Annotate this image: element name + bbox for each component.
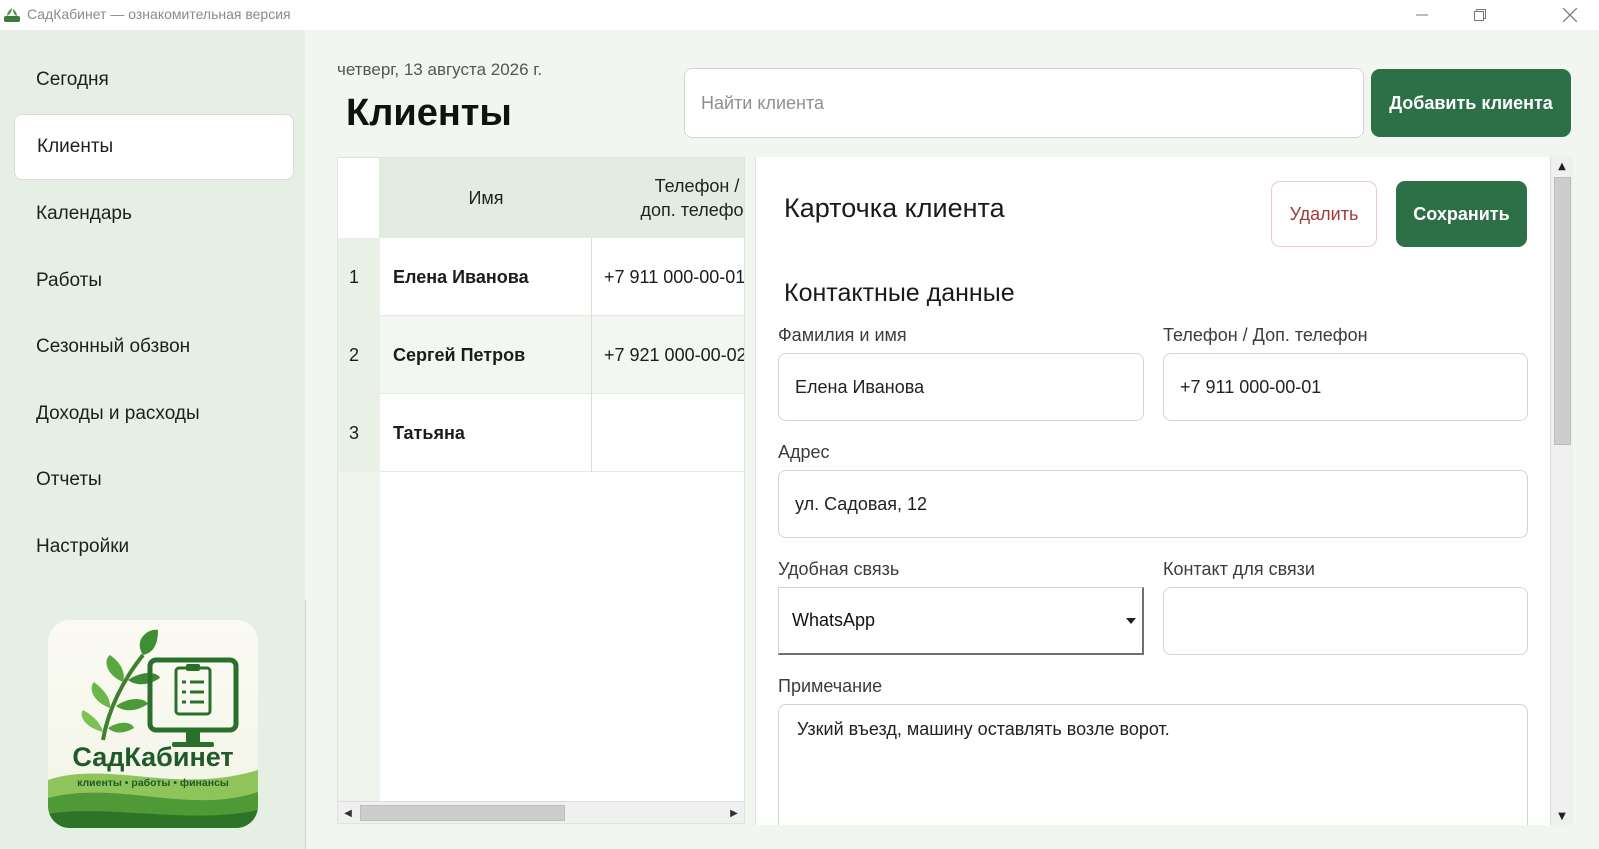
sidebar-divider	[305, 600, 306, 849]
scroll-right-icon[interactable]: ▶	[724, 802, 744, 823]
logo-title: СадКабинет	[72, 742, 233, 772]
address-field[interactable]: ул. Садовая, 12	[778, 470, 1528, 538]
phone-label: Телефон / Доп. телефон	[1163, 325, 1368, 345]
contact-field[interactable]	[1163, 587, 1528, 655]
vertical-scrollbar[interactable]: ▲ ▼	[1550, 157, 1573, 825]
card-title: Карточка клиента	[784, 193, 1005, 223]
table-row[interactable]: 1 Елена Иванова +7 911 000-00-01	[338, 238, 745, 316]
note-label: Примечание	[778, 676, 883, 696]
table-row[interactable]: 2 Сергей Петров +7 921 000-00-02	[338, 316, 745, 394]
contact-method-label: Удобная связь	[778, 559, 900, 579]
search-input[interactable]	[684, 68, 1364, 138]
leaf-app-icon	[4, 8, 20, 22]
restore-button[interactable]	[1451, 0, 1509, 30]
window-title: СадКабинет — ознакомительная версия	[27, 6, 291, 22]
contact-method-value: WhatsApp	[792, 610, 876, 630]
current-date: четверг, 13 августа 2026 г.	[337, 60, 543, 79]
contact-method-select[interactable]: WhatsApp	[778, 587, 1144, 655]
note-textarea[interactable]: Узкий въезд, машину оставлять возле воро…	[778, 704, 1528, 825]
scroll-up-icon[interactable]: ▲	[1551, 157, 1573, 175]
sidebar-item-today[interactable]: Сегодня	[14, 47, 294, 113]
row-number: 1	[338, 238, 380, 316]
contact-label: Контакт для связи	[1163, 559, 1315, 579]
row-name: Сергей Петров	[380, 316, 592, 394]
section-title: Контактные данные	[784, 279, 1015, 307]
phone-field[interactable]: +7 911 000-00-01	[1163, 353, 1528, 421]
sidebar-item-label: Доходы и расходы	[36, 403, 200, 424]
minimize-icon	[1416, 14, 1428, 16]
window-titlebar: СадКабинет — ознакомительная версия	[0, 0, 1599, 30]
row-name: Татьяна	[380, 394, 592, 472]
sidebar-item-label: Сезонный обзвон	[36, 336, 191, 357]
column-header-name[interactable]: Имя	[380, 158, 592, 238]
scroll-left-icon[interactable]: ◀	[338, 802, 358, 823]
sidebar-item-finance[interactable]: Доходы и расходы	[14, 381, 294, 447]
chevron-down-icon	[1126, 618, 1136, 624]
row-phone	[592, 394, 744, 472]
table-corner	[338, 158, 380, 238]
clients-table: Имя Телефон / доп. телефон 1 Елена Ивано…	[337, 157, 745, 824]
name-label: Фамилия и имя	[778, 325, 907, 345]
save-button[interactable]: Сохранить	[1396, 181, 1527, 247]
horizontal-scrollbar[interactable]: ◀ ▶	[338, 801, 744, 823]
sidebar-item-label: Сегодня	[36, 69, 109, 90]
column-header-phone[interactable]: Телефон / доп. телефон	[592, 158, 744, 238]
delete-button[interactable]: Удалить	[1271, 181, 1377, 247]
row-number: 2	[338, 316, 380, 394]
client-card: Карточка клиента Удалить Сохранить Конта…	[755, 157, 1573, 825]
scrollbar-thumb[interactable]	[1554, 177, 1571, 445]
row-number: 3	[338, 394, 380, 472]
sidebar-item-label: Клиенты	[37, 136, 114, 157]
sidebar-item-settings[interactable]: Настройки	[14, 514, 294, 580]
scrollbar-thumb[interactable]	[360, 805, 565, 821]
restore-icon	[1474, 9, 1486, 21]
row-phone: +7 921 000-00-02	[604, 344, 745, 365]
logo-tagline: клиенты • работы • финансы	[77, 777, 229, 789]
name-field[interactable]: Елена Иванова	[778, 353, 1144, 421]
sidebar-item-calendar[interactable]: Календарь	[14, 181, 294, 247]
sidebar-item-label: Работы	[36, 270, 102, 291]
row-header-strip	[338, 472, 380, 802]
sidebar-item-label: Календарь	[36, 203, 132, 224]
page-title: Клиенты	[346, 92, 512, 134]
sidebar-item-label: Отчеты	[36, 469, 102, 490]
sidebar-item-label: Настройки	[36, 536, 130, 557]
minimize-button[interactable]	[1393, 0, 1451, 30]
scroll-down-icon[interactable]: ▼	[1551, 807, 1573, 825]
sidebar-item-reports[interactable]: Отчеты	[14, 447, 294, 513]
table-row[interactable]: 3 Татьяна	[338, 394, 744, 472]
sidebar-item-seasonal-calls[interactable]: Сезонный обзвон	[14, 314, 294, 380]
add-client-button[interactable]: Добавить клиента	[1371, 69, 1571, 137]
sidebar-item-clients[interactable]: Клиенты	[14, 114, 294, 180]
row-name: Елена Иванова	[380, 238, 592, 316]
logo-graphic: СадКабинет клиенты • работы • финансы	[48, 629, 258, 828]
close-button[interactable]	[1541, 0, 1599, 30]
row-phone: +7 911 000-00-01	[604, 266, 745, 287]
close-icon	[1563, 8, 1577, 22]
address-label: Адрес	[778, 442, 830, 462]
sidebar-item-works[interactable]: Работы	[14, 248, 294, 314]
app-logo: СадКабинет клиенты • работы • финансы	[48, 620, 258, 828]
